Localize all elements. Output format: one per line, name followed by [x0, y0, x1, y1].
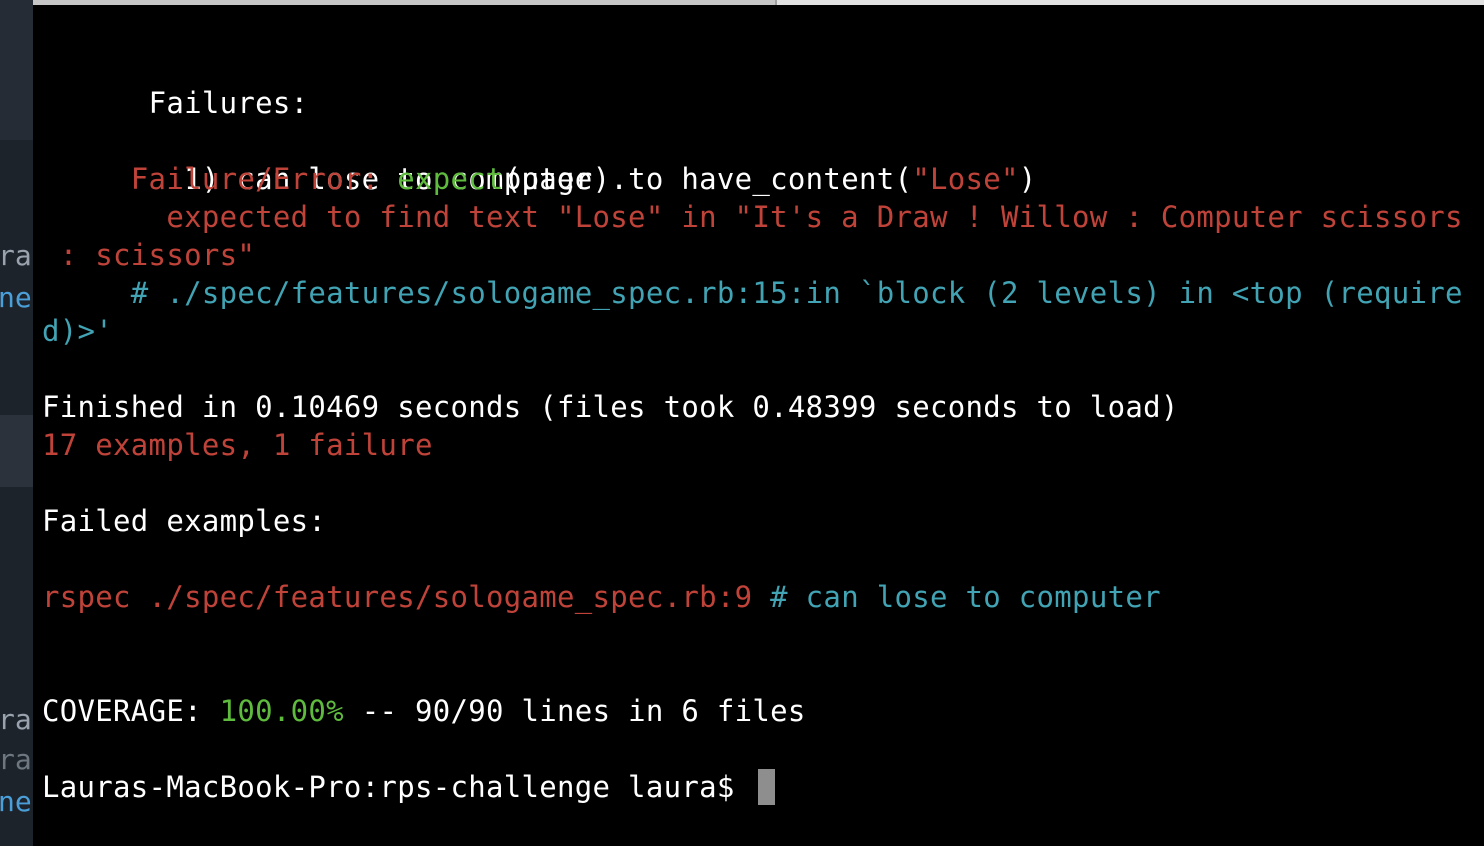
failure-code-end: )	[1018, 162, 1037, 196]
failure-error-label: Failure/Error:	[42, 162, 398, 196]
coverage-detail: -- 90/90 lines in 6 files	[343, 694, 806, 728]
rerun-comment: # can lose to computer	[752, 580, 1161, 614]
failure-code: (page).to have_content(	[503, 162, 913, 196]
editor-text-fragment: ne	[0, 281, 32, 314]
rerun-command-line: rspec ./spec/features/sologame_spec.rb:9…	[42, 578, 1161, 616]
failed-examples-header: Failed examples:	[42, 504, 327, 538]
background-editor-window[interactable]: ra ne ra ra ne	[0, 0, 33, 846]
coverage-line: COVERAGE: 100.00% -- 90/90 lines in 6 fi…	[42, 692, 806, 730]
failure-string: "Lose"	[912, 162, 1019, 196]
editor-text-fragment: ra	[0, 239, 32, 272]
editor-band	[0, 0, 33, 140]
editor-text-fragment: ra	[0, 703, 32, 736]
editor-text-fragment: ne	[0, 785, 32, 818]
backtrace-line: # ./spec/features/sologame_spec.rb:15:in…	[42, 276, 1463, 310]
screen: ra ne ra ra ne Failures: 1) can lose to …	[0, 0, 1484, 846]
examples-summary: 17 examples, 1 failure	[42, 428, 433, 462]
editor-band	[0, 415, 33, 487]
terminal-output[interactable]: Failures: 1) can lose to computer Failur…	[33, 5, 1484, 846]
editor-text-fragment: ra	[0, 743, 32, 776]
expected-message-continued: : scissors"	[42, 238, 256, 272]
failure-error-line: Failure/Error: expect(page).to have_cont…	[42, 160, 1037, 198]
rerun-command: rspec ./spec/features/sologame_spec.rb:9	[42, 580, 753, 614]
text-cursor	[758, 769, 776, 805]
expect-keyword: expect	[397, 162, 504, 196]
expected-message-line: expected to find text "Lose" in "It's a …	[42, 200, 1463, 234]
finished-timing: Finished in 0.10469 seconds (files took …	[42, 390, 1179, 424]
shell-prompt-line[interactable]: Lauras-MacBook-Pro:rps-challenge laura$	[42, 768, 776, 806]
coverage-percent: 100.00%	[219, 694, 344, 728]
backtrace-continued: d)>'	[42, 314, 114, 348]
coverage-label: COVERAGE:	[42, 694, 220, 728]
shell-prompt: Lauras-MacBook-Pro:rps-challenge laura$	[42, 770, 753, 804]
